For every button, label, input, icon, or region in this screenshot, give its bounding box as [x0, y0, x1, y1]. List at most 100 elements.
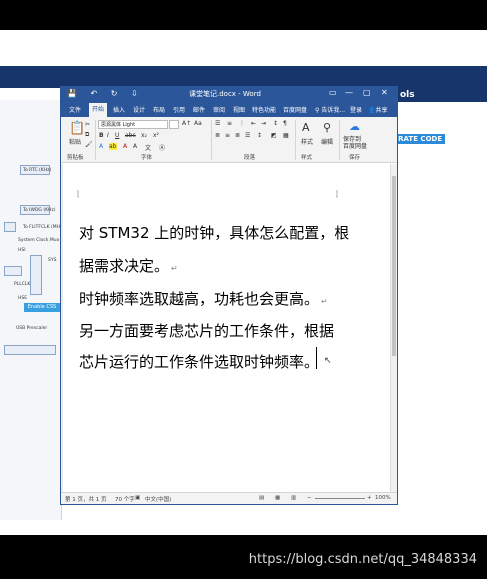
find-icon[interactable]: ⚲ — [323, 121, 331, 134]
align-right-icon[interactable]: ≣ — [235, 132, 240, 139]
signin-link[interactable]: 登录 — [350, 105, 362, 114]
text-effects-icon[interactable]: A — [99, 143, 103, 150]
tab-features[interactable]: 特色功能 — [252, 105, 276, 114]
doc-line[interactable]: 另一方面要考虑芯片的工作条件，根据 — [79, 320, 334, 341]
sort-icon[interactable]: ↕ — [273, 120, 278, 127]
format-painter-icon[interactable]: 🖌 — [85, 141, 93, 148]
decrease-indent-icon[interactable]: ⇤ — [251, 120, 256, 127]
webpage-nav: GENERATE CODE — [0, 66, 487, 144]
tab-design[interactable]: 设计 — [133, 105, 145, 114]
font-size-select[interactable] — [169, 120, 179, 129]
flit-box[interactable] — [4, 222, 16, 232]
zoom-slider[interactable] — [315, 498, 365, 499]
italic-button[interactable]: I — [107, 132, 109, 139]
web-layout-icon[interactable]: ▥ — [291, 495, 296, 501]
doc-line[interactable]: 据需求决定。 ↵ — [79, 255, 178, 276]
enable-css-button[interactable]: Enable CSS — [24, 303, 60, 312]
highlight-icon[interactable]: ab — [109, 143, 117, 150]
baidu-cloud-icon[interactable]: ☁ — [349, 120, 360, 133]
bullets-icon[interactable]: ☰ — [215, 120, 220, 127]
styles-button[interactable]: 样式 — [301, 137, 313, 146]
tab-file[interactable]: 文件 — [69, 105, 81, 114]
paragraph-mark: ↵ — [171, 264, 178, 273]
tab-mailings[interactable]: 邮件 — [193, 105, 205, 114]
screen: ⚙ f ▶ t ✶ GENERATE CODE ols To RTC (KHz)… — [0, 0, 487, 579]
tab-layout[interactable]: 布局 — [153, 105, 165, 114]
clock-input-box[interactable] — [4, 266, 22, 276]
doc-line[interactable]: 芯片运行的工作条件选取时钟频率。 — [79, 351, 319, 372]
phonetic-icon[interactable]: 文 — [145, 143, 151, 152]
line-spacing-icon[interactable]: ↕ — [257, 132, 262, 139]
copy-icon[interactable]: ⧉ — [85, 131, 89, 139]
change-case-icon[interactable]: Aa — [194, 120, 202, 127]
tell-me-label: 告诉我... — [321, 107, 346, 114]
bold-button[interactable]: B — [99, 132, 104, 139]
nav-tools[interactable]: ols — [398, 88, 487, 102]
tab-home[interactable]: 开始 — [89, 103, 108, 117]
redo-icon[interactable]: ↻ — [111, 89, 118, 98]
close-button[interactable]: ✕ — [381, 88, 388, 97]
customize-qat-icon[interactable]: ⇩ — [131, 89, 138, 98]
language[interactable]: 中文(中国) — [145, 495, 171, 503]
separator — [339, 120, 340, 160]
enclose-char-icon[interactable]: Ⓐ — [159, 143, 165, 152]
doc-line-text: 对 STM32 上的时钟，具体怎么配置，根 — [79, 224, 350, 242]
numbering-icon[interactable]: ≡ — [227, 120, 232, 127]
ribbon-display-icon[interactable]: ▭ — [329, 88, 337, 97]
grow-font-icon[interactable]: A↑ — [182, 120, 191, 127]
document-page[interactable]: 对 STM32 上的时钟，具体怎么配置，根 据需求决定。 ↵ 时钟频率选取越高，功… — [63, 164, 390, 492]
mouse-pointer-icon: ↖ — [324, 356, 332, 366]
maximize-button[interactable]: ▢ — [363, 88, 371, 97]
scrollbar-thumb[interactable] — [392, 176, 396, 356]
word-count[interactable]: 70 个字 — [115, 495, 135, 503]
doc-line[interactable]: 时钟频率选取越高，功耗也会更高。 ↵ — [79, 288, 328, 309]
zoom-out-icon[interactable]: − — [307, 495, 312, 501]
document-area: 对 STM32 上的时钟，具体怎么配置，根 据需求决定。 ↵ 时钟频率选取越高，功… — [61, 164, 397, 492]
increase-indent-icon[interactable]: ⇥ — [261, 120, 266, 127]
proofing-icon[interactable]: ▣ — [135, 495, 140, 501]
doc-line[interactable]: 对 STM32 上的时钟，具体怎么配置，根 — [79, 222, 349, 243]
tab-references[interactable]: 引用 — [173, 105, 185, 114]
share-button[interactable]: 👤共享 — [368, 105, 388, 114]
shading-icon[interactable]: ◩ — [271, 132, 277, 139]
clipboard-icon[interactable]: 📋 — [69, 121, 85, 136]
show-marks-icon[interactable]: ¶ — [283, 120, 287, 127]
strikethrough-button[interactable]: abc — [125, 132, 136, 139]
borders-icon[interactable]: ▦ — [283, 132, 289, 139]
align-center-icon[interactable]: ≡ — [225, 132, 230, 139]
justify-icon[interactable]: ☰ — [245, 132, 250, 139]
watermark-url: https://blog.csdn.net/qq_34848334 — [248, 552, 477, 567]
doc-line-text: 芯片运行的工作条件选取时钟频率。 — [79, 353, 320, 371]
paste-button[interactable]: 粘贴 — [69, 137, 81, 146]
undo-icon[interactable]: ↶ — [91, 89, 98, 98]
print-layout-icon[interactable]: ▦ — [275, 495, 280, 501]
tab-insert[interactable]: 插入 — [113, 105, 125, 114]
page-count[interactable]: 第 1 页，共 1 页 — [65, 495, 107, 503]
cut-icon[interactable]: ✂ — [85, 121, 90, 128]
minimize-button[interactable]: — — [345, 88, 353, 97]
usb-box[interactable] — [4, 345, 56, 355]
save-icon[interactable]: 💾 — [67, 89, 77, 98]
read-mode-icon[interactable]: ▤ — [259, 495, 264, 501]
baidu-disk-label[interactable]: 百度网盘 — [343, 141, 367, 150]
font-color-icon[interactable]: A — [123, 143, 127, 150]
edit-button[interactable]: 编辑 — [321, 137, 333, 146]
underline-button[interactable]: U — [115, 132, 119, 139]
superscript-button[interactable]: x² — [153, 132, 159, 139]
subscript-button[interactable]: x₂ — [141, 132, 147, 139]
group-styles: 样式 — [301, 155, 313, 161]
vertical-scrollbar[interactable] — [390, 164, 397, 492]
tab-view[interactable]: 视图 — [233, 105, 245, 114]
zoom-in-icon[interactable]: + — [367, 495, 372, 501]
tab-review[interactable]: 审阅 — [213, 105, 225, 114]
styles-icon[interactable]: A — [302, 121, 310, 134]
align-left-icon[interactable]: ≣ — [215, 132, 220, 139]
tab-baidu[interactable]: 百度网盘 — [283, 105, 307, 114]
font-name-select[interactable]: 思源黑体 Light — [98, 120, 168, 129]
multilevel-list-icon[interactable]: ⋮ — [239, 120, 245, 127]
char-shading-icon[interactable]: A — [133, 143, 137, 150]
text-cursor — [316, 347, 317, 369]
tell-me-input[interactable]: ⚲ 告诉我... — [315, 105, 345, 114]
zoom-level[interactable]: 100% — [375, 495, 391, 501]
clock-mux[interactable] — [30, 255, 42, 295]
